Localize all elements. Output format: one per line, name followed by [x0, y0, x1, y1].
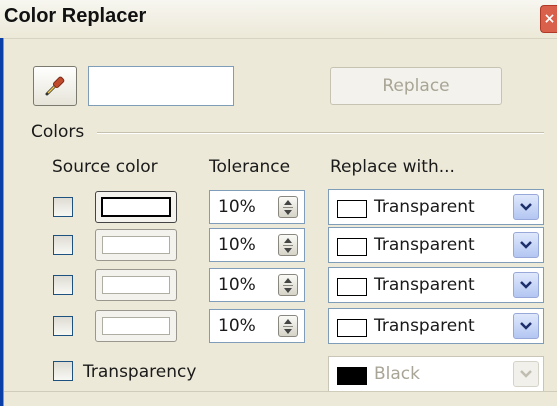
source-color-checkbox-4[interactable] [53, 316, 73, 336]
chevron-down-icon[interactable] [513, 313, 539, 339]
spin-icon[interactable] [278, 315, 298, 337]
source-color-header: Source color [52, 157, 158, 177]
window-frame-highlight [3, 38, 4, 406]
tolerance-field-1[interactable]: 10% [209, 190, 305, 224]
spin-icon[interactable] [278, 274, 298, 296]
tolerance-value-2: 10% [218, 235, 256, 255]
source-color-button-3[interactable] [95, 269, 177, 301]
color-swatch [337, 200, 367, 218]
transparency-color-value: Black [374, 364, 420, 384]
transparency-label: Transparency [83, 362, 197, 382]
source-color-checkbox-2[interactable] [53, 235, 73, 255]
replace-with-value-3: Transparent [374, 275, 475, 295]
selected-color-preview [88, 66, 234, 106]
replace-button[interactable]: Replace [330, 67, 502, 105]
color-swatch [337, 319, 367, 337]
replace-button-label: Replace [382, 76, 450, 96]
transparency-checkbox[interactable] [53, 361, 73, 381]
colors-group-divider [97, 132, 544, 134]
chevron-down-icon[interactable] [513, 232, 539, 258]
window-title: Color Replacer [4, 5, 147, 27]
spin-icon[interactable] [278, 196, 298, 218]
tolerance-value-4: 10% [218, 316, 256, 336]
chevron-down-icon [513, 361, 539, 387]
tolerance-value-3: 10% [218, 275, 256, 295]
color-swatch [337, 367, 367, 385]
source-color-button-1[interactable] [95, 191, 177, 223]
tolerance-field-2[interactable]: 10% [209, 228, 305, 262]
tolerance-field-4[interactable]: 10% [209, 309, 305, 343]
tolerance-value-1: 10% [218, 197, 256, 217]
spin-icon[interactable] [278, 234, 298, 256]
replace-with-header: Replace with... [330, 157, 455, 177]
tolerance-header: Tolerance [209, 157, 291, 177]
replace-with-dropdown-1[interactable]: Transparent [328, 189, 544, 225]
pipette-button[interactable] [33, 66, 77, 106]
source-color-button-4[interactable] [95, 310, 177, 342]
replace-with-value-2: Transparent [374, 235, 475, 255]
replace-with-dropdown-3[interactable]: Transparent [328, 267, 544, 303]
close-button[interactable]: × [540, 5, 557, 33]
tolerance-field-3[interactable]: 10% [209, 268, 305, 302]
color-swatch [337, 278, 367, 296]
source-color-checkbox-1[interactable] [53, 197, 73, 217]
replace-with-value-4: Transparent [374, 316, 475, 336]
title-bar: Color Replacer [0, 0, 557, 39]
source-color-button-2[interactable] [95, 229, 177, 261]
pipette-icon [45, 76, 65, 96]
replace-with-dropdown-4[interactable]: Transparent [328, 308, 544, 344]
chevron-down-icon[interactable] [513, 272, 539, 298]
replace-with-dropdown-2[interactable]: Transparent [328, 227, 544, 263]
transparency-color-dropdown[interactable]: Black [328, 356, 544, 392]
source-color-checkbox-3[interactable] [53, 275, 73, 295]
colors-group-label: Colors [31, 122, 85, 142]
chevron-down-icon[interactable] [513, 194, 539, 220]
bottom-separator [4, 391, 557, 392]
replace-with-value-1: Transparent [374, 197, 475, 217]
color-swatch [337, 238, 367, 256]
